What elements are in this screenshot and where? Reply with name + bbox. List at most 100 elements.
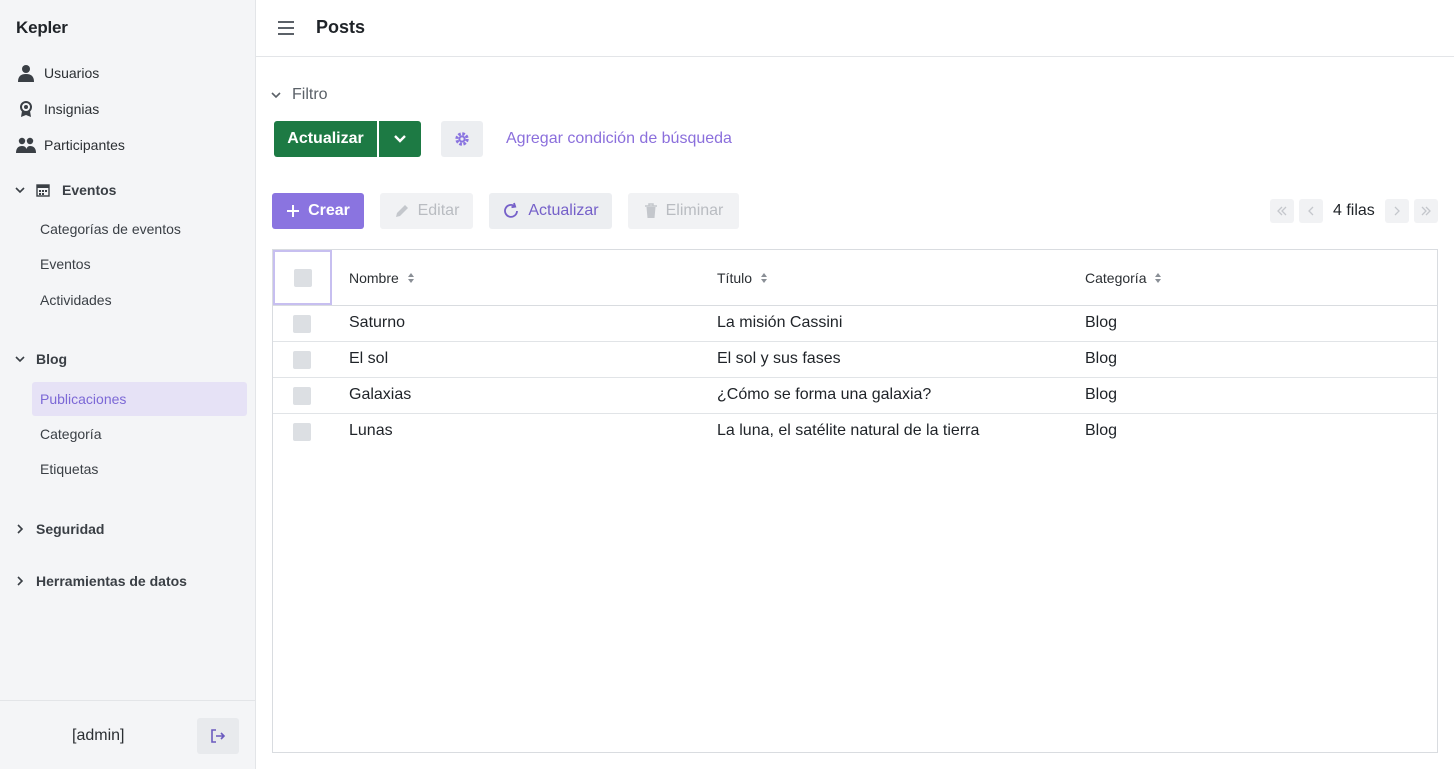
sidebar-item-actividades[interactable]: Actividades (32, 283, 247, 317)
cell-titulo: ¿Cómo se forma una galaxia? (717, 386, 932, 403)
chevrons-right-icon (1420, 205, 1432, 217)
sidebar-item-categoria[interactable]: Categoría (32, 417, 247, 451)
sort-icon (760, 271, 768, 285)
sidebar-item-publicaciones[interactable]: Publicaciones (32, 382, 247, 416)
sort-icon (407, 271, 415, 285)
cell-categoria: Blog (1085, 314, 1118, 331)
sidebar-group-herramientas[interactable]: Herramientas de datos (12, 569, 187, 593)
cell-titulo: La luna, el satélite natural de la tierr… (717, 422, 980, 439)
sidebar-group-seguridad[interactable]: Seguridad (12, 517, 104, 541)
sidebar-item-label: Usuarios (44, 65, 100, 81)
sidebar-item-usuarios[interactable]: Usuarios (16, 61, 99, 85)
sort-icon (1154, 271, 1162, 285)
create-button[interactable]: Crear (272, 193, 364, 229)
sidebar-item-label: Insignias (44, 101, 100, 117)
chevrons-left-icon (1276, 205, 1288, 217)
column-header-nombre[interactable]: Nombre (349, 268, 415, 288)
page-title: Posts (316, 17, 366, 37)
cell-nombre: Galaxias (349, 386, 412, 403)
edit-button[interactable]: Editar (380, 193, 473, 229)
row-checkbox[interactable] (293, 423, 311, 441)
posts-table: Nombre Título Categoría Saturno La misió… (272, 249, 1438, 753)
select-all-checkbox[interactable] (293, 268, 312, 287)
next-page-button[interactable] (1385, 199, 1409, 223)
cell-categoria: Blog (1085, 386, 1118, 403)
sidebar-item-label: Eventos (40, 256, 91, 272)
refresh-icon (502, 202, 520, 220)
row-checkbox[interactable] (293, 315, 311, 333)
select-all-cell (273, 250, 332, 305)
sidebar-item-label: Categoría (40, 426, 102, 442)
sidebar-item-eventos[interactable]: Eventos (32, 247, 247, 281)
user-icon (16, 63, 36, 83)
chevron-down-icon (12, 182, 28, 198)
logout-button[interactable] (197, 718, 239, 754)
table-row[interactable]: Lunas La luna, el satélite natural de la… (273, 414, 1437, 450)
table-row[interactable]: Saturno La misión Cassini Blog (273, 306, 1437, 342)
column-header-categoria[interactable]: Categoría (1085, 268, 1162, 288)
table-row[interactable]: El sol El sol y sus fases Blog (273, 342, 1437, 378)
sidebar-item-label: Publicaciones (40, 391, 127, 407)
cell-nombre: El sol (349, 350, 389, 367)
filter-settings-button[interactable] (441, 121, 483, 157)
pencil-icon (394, 203, 410, 219)
sidebar-item-insignias[interactable]: Insignias (16, 97, 99, 121)
sidebar-group-label: Eventos (62, 182, 117, 198)
create-button-label: Crear (308, 202, 350, 219)
filter-label: Filtro (292, 86, 328, 103)
sidebar-group-blog[interactable]: Blog (12, 347, 67, 371)
filter-toggle[interactable]: Filtro (270, 85, 328, 105)
last-page-button[interactable] (1414, 199, 1438, 223)
sidebar-item-label: Actividades (40, 292, 112, 308)
sidebar-item-label: Etiquetas (40, 461, 99, 477)
sidebar-item-label: Participantes (44, 137, 125, 153)
refresh-button-label: Actualizar (528, 202, 599, 219)
column-header-label: Título (717, 270, 753, 286)
sidebar-item-categorias-eventos[interactable]: Categorías de eventos (32, 212, 247, 246)
current-user: [admin] (72, 727, 125, 744)
delete-button-label: Eliminar (665, 202, 724, 219)
sidebar-group-label: Seguridad (36, 521, 105, 537)
delete-button[interactable]: Eliminar (628, 193, 739, 229)
column-header-titulo[interactable]: Título (717, 268, 768, 288)
cell-categoria: Blog (1085, 422, 1118, 439)
apply-filter-dropdown[interactable] (379, 121, 421, 157)
table-row[interactable]: Galaxias ¿Cómo se forma una galaxia? Blo… (273, 378, 1437, 414)
users-icon (16, 135, 36, 155)
trash-icon (644, 203, 658, 219)
refresh-button[interactable]: Actualizar (489, 193, 612, 229)
sidebar-item-etiquetas[interactable]: Etiquetas (32, 452, 247, 486)
chevron-down-icon (12, 351, 28, 367)
first-page-button[interactable] (1270, 199, 1294, 223)
sidebar-group-label: Herramientas de datos (36, 573, 187, 589)
row-count: 4 filas (1333, 202, 1375, 219)
apply-filter-button[interactable]: Actualizar (274, 121, 377, 157)
app-brand: Kepler (16, 18, 68, 37)
cell-titulo: El sol y sus fases (717, 350, 841, 367)
sidebar-footer: [admin] (0, 700, 255, 769)
sidebar-item-participantes[interactable]: Participantes (16, 133, 125, 157)
table-header: Nombre Título Categoría (273, 250, 1437, 306)
column-header-label: Nombre (349, 270, 399, 286)
edit-button-label: Editar (417, 202, 460, 219)
row-checkbox[interactable] (293, 351, 311, 369)
previous-page-button[interactable] (1299, 199, 1323, 223)
cell-titulo: La misión Cassini (717, 314, 843, 331)
add-search-condition-link[interactable]: Agregar condición de búsqueda (506, 130, 732, 148)
column-header-label: Categoría (1085, 270, 1147, 286)
sidebar: Kepler Usuarios Insignias Participantes … (0, 0, 256, 769)
sidebar-group-label: Blog (36, 351, 68, 367)
chevron-down-icon (270, 88, 284, 102)
row-checkbox[interactable] (293, 387, 311, 405)
hamburger-icon[interactable] (276, 18, 296, 38)
gear-icon (453, 130, 471, 148)
chevron-down-icon (392, 131, 408, 147)
top-bar: Posts (256, 0, 1454, 57)
calendar-icon (36, 183, 52, 197)
sidebar-item-label: Categorías de eventos (40, 221, 181, 237)
chevron-right-icon (1391, 205, 1403, 217)
sidebar-group-eventos[interactable]: Eventos (12, 178, 116, 202)
badge-icon (16, 99, 36, 119)
cell-nombre: Saturno (349, 314, 406, 331)
chevron-left-icon (1305, 205, 1317, 217)
